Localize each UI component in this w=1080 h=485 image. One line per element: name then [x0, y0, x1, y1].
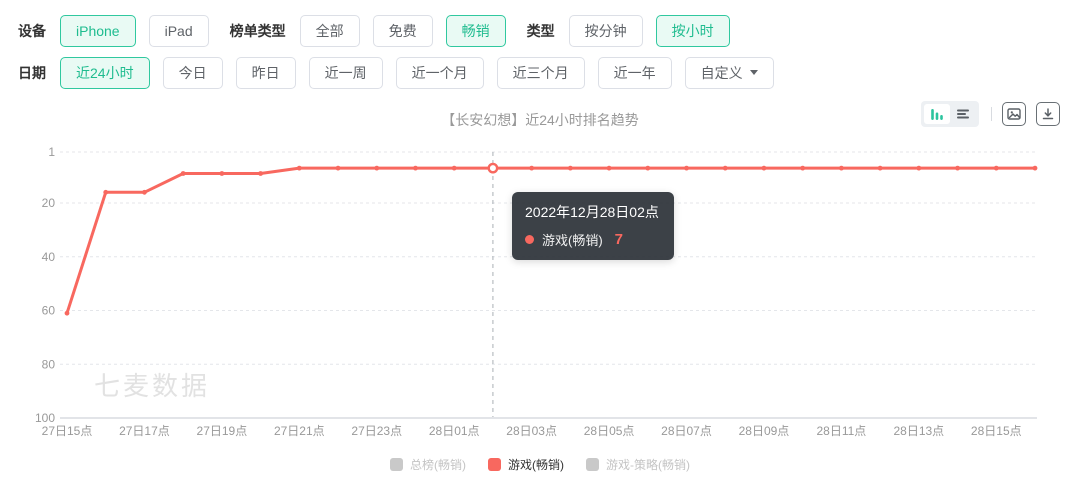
- data-point: [296, 165, 302, 171]
- y-tick-label: 100: [35, 411, 55, 425]
- data-point: [180, 171, 186, 176]
- hovered-data-point: [487, 162, 499, 174]
- legend-swatch-icon: [488, 458, 501, 471]
- y-tick-label: 60: [42, 304, 56, 318]
- data-point: [916, 165, 922, 171]
- data-point: [684, 165, 689, 171]
- data-point: [103, 189, 109, 195]
- x-tick-label: 28日09点: [739, 424, 790, 438]
- data-point: [955, 165, 960, 171]
- data-point: [993, 165, 999, 171]
- chart-legend: 总榜(畅销) 游戏(畅销) 游戏-策略(畅销): [0, 456, 1080, 473]
- legend-label: 游戏(畅销): [508, 458, 564, 472]
- data-point: [567, 165, 573, 171]
- data-point: [64, 310, 70, 316]
- y-tick-label: 1: [48, 145, 55, 159]
- x-tick-label: 27日23点: [351, 424, 402, 438]
- y-tick-label: 80: [42, 357, 56, 371]
- x-tick-label: 28日11点: [816, 424, 866, 438]
- data-point: [722, 165, 728, 171]
- data-point: [335, 165, 341, 171]
- legend-label: 总榜(畅销): [410, 458, 466, 472]
- watermark: 七麦数据: [94, 371, 211, 401]
- data-point: [529, 165, 535, 171]
- data-point: [645, 165, 651, 171]
- x-tick-label: 27日15点: [42, 424, 93, 438]
- x-tick-label: 27日17点: [119, 424, 170, 438]
- tooltip-row: 游戏(畅销) 7: [525, 230, 659, 249]
- data-point: [413, 165, 418, 171]
- data-point: [1032, 165, 1038, 171]
- data-point: [451, 165, 457, 171]
- x-tick-label: 28日03点: [506, 424, 557, 438]
- y-tick-label: 20: [42, 196, 56, 210]
- y-tick-label: 40: [42, 250, 56, 264]
- legend-label: 游戏-策略(畅销): [606, 458, 690, 472]
- data-point: [606, 165, 612, 171]
- data-point: [142, 189, 147, 195]
- tooltip-series-name: 游戏(畅销): [542, 233, 603, 248]
- data-point: [877, 165, 883, 171]
- x-tick-label: 28日01点: [429, 424, 480, 438]
- x-tick-label: 28日13点: [893, 424, 944, 438]
- x-tick-label: 28日05点: [584, 424, 635, 438]
- x-tick-label: 27日21点: [274, 424, 325, 438]
- legend-item-总榜(畅销)[interactable]: 总榜(畅销): [390, 456, 466, 473]
- data-point: [374, 165, 380, 171]
- app-ranking-dashboard: 设备 iPhone iPad 榜单类型 全部 免费 畅销 类型 按分钟 按小时 日期 近24小时 今日…: [0, 0, 1080, 485]
- tooltip-date: 2022年12月28日02点: [525, 204, 659, 220]
- data-point: [839, 165, 844, 171]
- data-point: [800, 165, 806, 171]
- tooltip-series-value: 7: [614, 231, 624, 248]
- legend-item-游戏-策略(畅销)[interactable]: 游戏-策略(畅销): [586, 456, 690, 473]
- chart-tooltip: 2022年12月28日02点 游戏(畅销) 7: [512, 192, 674, 260]
- data-point: [761, 165, 767, 171]
- data-point: [258, 171, 263, 176]
- x-tick-label: 28日15点: [971, 424, 1022, 438]
- x-tick-label: 27日19点: [197, 424, 248, 438]
- x-tick-label: 28日07点: [661, 424, 712, 438]
- legend-swatch-icon: [586, 458, 599, 471]
- series-dot-icon: [525, 235, 534, 244]
- data-point: [219, 171, 225, 176]
- legend-item-游戏(畅销)[interactable]: 游戏(畅销): [488, 456, 564, 473]
- legend-swatch-icon: [390, 458, 403, 471]
